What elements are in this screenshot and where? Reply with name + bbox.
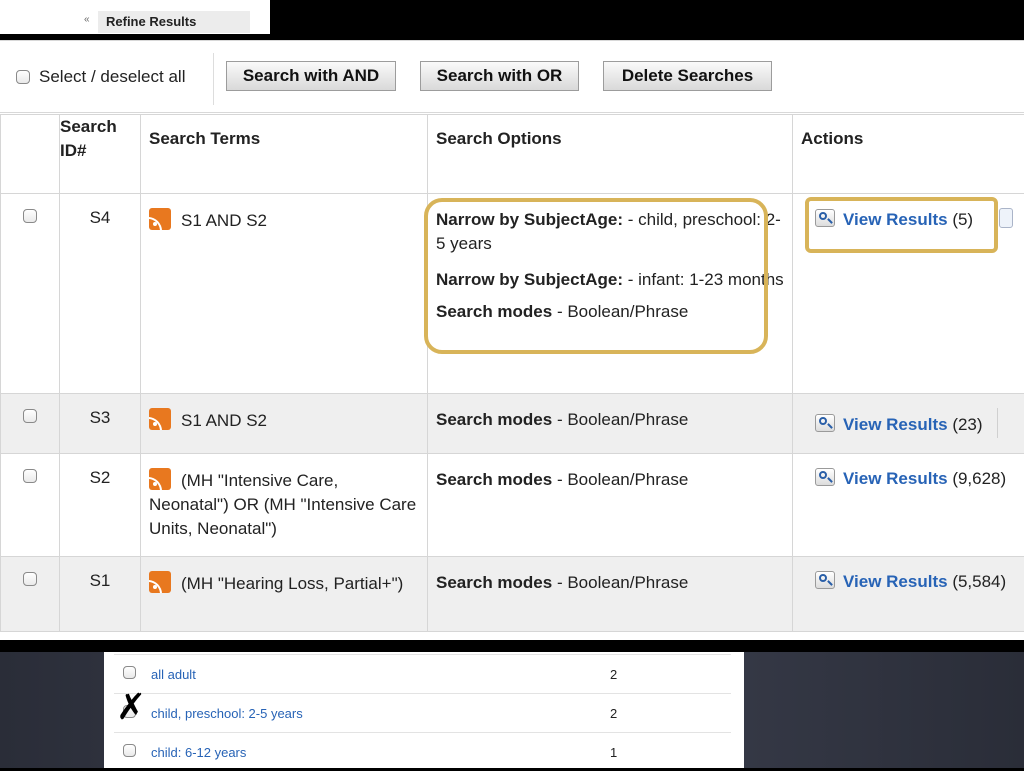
view-results-link[interactable]: View Results [843,572,948,591]
view-results-link[interactable]: View Results [843,210,948,229]
x-mark-annotation: ✗ [116,690,146,726]
header-search-terms-label: Search Terms [141,115,427,163]
facet-checkbox[interactable] [123,744,136,757]
header-select [1,115,60,194]
facet-label[interactable]: child: 6-12 years [151,745,246,760]
facet-item: child, preschool: 2-5 years 2 [114,693,731,732]
details-icon[interactable] [999,208,1013,228]
facet-label[interactable]: child, preschool: 2-5 years [151,706,303,721]
search-history-table: Search ID# Search Terms Search Options A… [0,114,1024,632]
facet-count: 1 [610,745,617,760]
search-history-panel: Select / deselect all Search with AND Se… [0,40,1024,640]
header-actions: Actions [793,115,1024,194]
delete-searches-button[interactable]: Delete Searches [603,61,772,91]
table-row: S1 (MH "Hearing Loss, Partial+") Search … [1,557,1024,632]
option-name: Narrow by SubjectAge: [436,270,623,289]
view-results-link[interactable]: View Results [843,415,948,434]
row-select-cell [1,394,60,454]
option-value: - Boolean/Phrase [552,302,688,321]
select-all-checkbox[interactable] [16,70,30,84]
header-search-options-label: Search Options [428,115,792,163]
table-row: S2 (MH "Intensive Care, Neonatal") OR (M… [1,454,1024,557]
facet-checkbox[interactable] [123,666,136,679]
magnifier-icon[interactable] [815,468,835,486]
search-terms-cell: S1 AND S2 [141,394,428,454]
option-value: - infant: 1-23 months [623,270,784,289]
search-option: Search modes - Boolean/Phrase [436,300,784,324]
search-terms-cell: (MH "Hearing Loss, Partial+") [141,557,428,632]
toolbar-divider [213,53,214,105]
search-terms-cell: S1 AND S2 [141,194,428,394]
magnifier-icon[interactable] [815,209,835,227]
collapse-icon[interactable]: « [84,14,90,25]
search-with-and-button[interactable]: Search with AND [226,61,396,91]
actions-cell: View Results (9,628) [793,454,1024,557]
facet-item: all adult 2 [114,654,731,693]
subject-age-facet-list: all adult 2 child, preschool: 2-5 years … [104,652,744,768]
header-actions-label: Actions [793,115,1024,163]
row-checkbox[interactable] [23,469,37,483]
result-count: (5,584) [952,572,1006,591]
select-all-control[interactable]: Select / deselect all [16,67,185,87]
table-row: S3 S1 AND S2 Search modes - Boolean/Phra… [1,394,1024,454]
search-terms: S1 AND S2 [181,411,267,430]
search-id: S2 [60,454,141,557]
refine-panel: « Refine Results [0,0,270,34]
row-checkbox[interactable] [23,209,37,223]
rss-icon[interactable] [149,208,171,230]
rss-icon[interactable] [149,571,171,593]
row-checkbox[interactable] [23,409,37,423]
search-options-cell: Search modes - Boolean/Phrase [428,454,793,557]
actions-cell: View Results (23) [793,394,1024,454]
rss-icon[interactable] [149,468,171,490]
result-count: (9,628) [952,469,1006,488]
view-results-link[interactable]: View Results [843,469,948,488]
option-name: Narrow by SubjectAge: [436,210,623,229]
search-option: Narrow by SubjectAge: - child, preschool… [436,208,784,256]
actions-separator [997,408,998,438]
search-options-cell: Search modes - Boolean/Phrase [428,394,793,454]
select-all-label: Select / deselect all [39,67,185,87]
search-id: S1 [60,557,141,632]
header-search-terms: Search Terms [141,115,428,194]
search-id: S4 [60,194,141,394]
option-name: Search modes [436,470,552,489]
table-row: S4 S1 AND S2 Narrow by SubjectAge: - chi… [1,194,1024,394]
row-select-cell [1,557,60,632]
table-header-row: Search ID# Search Terms Search Options A… [1,115,1024,194]
row-select-cell [1,194,60,394]
search-terms: (MH "Intensive Care, Neonatal") OR (MH "… [149,471,416,538]
facet-item: child: 6-12 years 1 [114,732,731,771]
option-name: Search modes [436,573,552,592]
search-id: S3 [60,394,141,454]
option-name: Search modes [436,410,552,429]
history-toolbar: Select / deselect all Search with AND Se… [0,40,1024,113]
row-select-cell [1,454,60,557]
header-search-id[interactable]: Search ID# [60,115,141,194]
option-value: - Boolean/Phrase [552,410,688,429]
search-options-cell: Narrow by SubjectAge: - child, preschool… [428,194,793,394]
facet-label[interactable]: all adult [151,667,196,682]
facet-count: 2 [610,667,617,682]
actions-cell: View Results (5,584) [793,557,1024,632]
option-value: - Boolean/Phrase [552,470,688,489]
option-name: Search modes [436,302,552,321]
facet-count: 2 [610,706,617,721]
search-terms-cell: (MH "Intensive Care, Neonatal") OR (MH "… [141,454,428,557]
search-options-cell: Search modes - Boolean/Phrase [428,557,793,632]
actions-cell: View Results (5) [793,194,1024,394]
search-with-or-button[interactable]: Search with OR [420,61,579,91]
row-checkbox[interactable] [23,572,37,586]
search-terms: (MH "Hearing Loss, Partial+") [181,574,403,593]
search-option: Narrow by SubjectAge: - infant: 1-23 mon… [436,268,784,292]
header-search-options: Search Options [428,115,793,194]
refine-results-tab[interactable]: Refine Results [98,11,250,33]
rss-icon[interactable] [149,408,171,430]
option-value: - Boolean/Phrase [552,573,688,592]
search-terms: S1 AND S2 [181,211,267,230]
result-count: (5) [952,210,973,229]
result-count: (23) [952,415,982,434]
magnifier-icon[interactable] [815,414,835,432]
magnifier-icon[interactable] [815,571,835,589]
